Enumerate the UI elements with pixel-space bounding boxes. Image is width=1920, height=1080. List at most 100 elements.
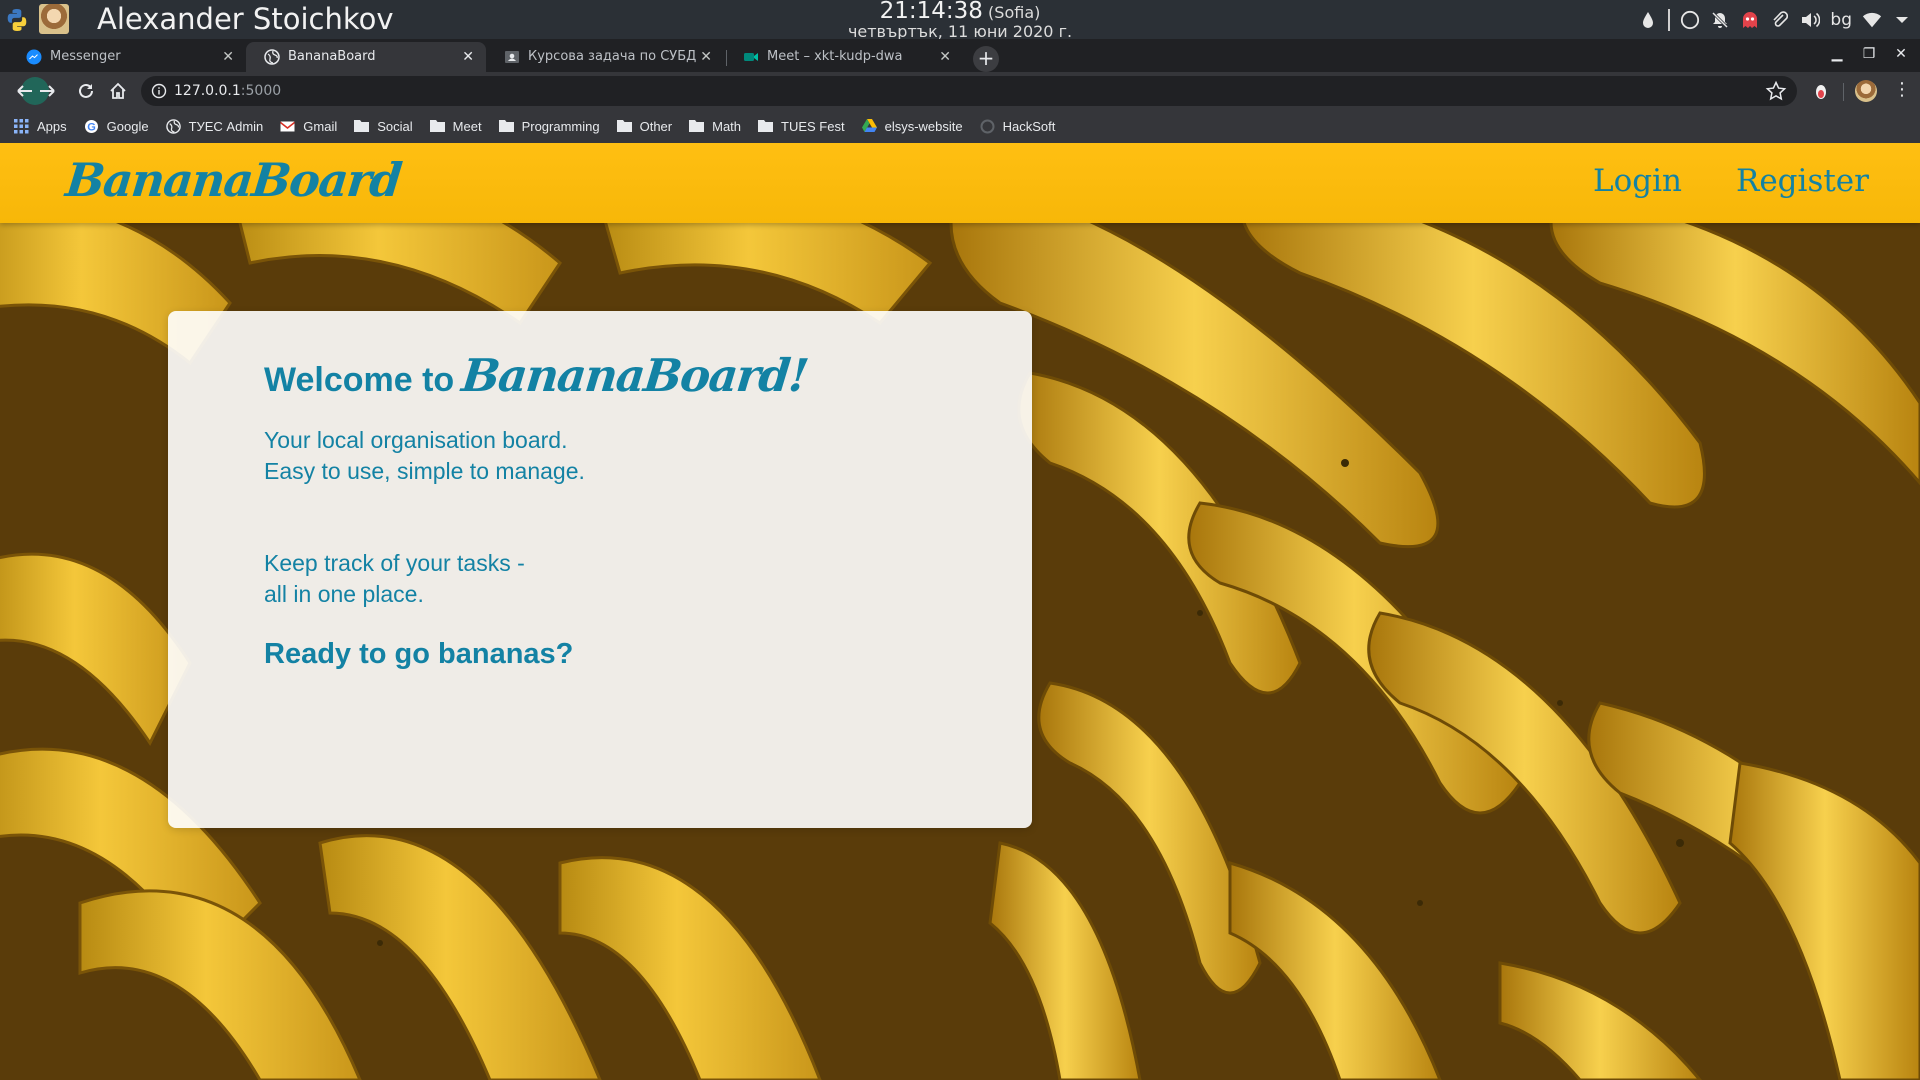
tab-title: Курсова задача по СУБД bbox=[528, 49, 697, 64]
bookmark-label: Math bbox=[712, 119, 742, 134]
profile-avatar[interactable] bbox=[1855, 80, 1877, 102]
bookmark-gmail[interactable]: Gmail bbox=[280, 119, 337, 134]
bookmark-elsys-website[interactable]: elsys-website bbox=[861, 119, 963, 134]
pacman-ghost-icon[interactable] bbox=[1740, 10, 1760, 30]
tab-classroom[interactable]: Курсова задача по СУБД ✕ bbox=[486, 42, 724, 72]
bookmark-apps[interactable]: Apps bbox=[14, 119, 67, 134]
close-window-icon[interactable]: ✕ bbox=[1892, 45, 1910, 63]
droplet-icon[interactable] bbox=[1638, 10, 1658, 30]
bookmark-label: elsys-website bbox=[884, 119, 963, 134]
bookmark-star-icon[interactable] bbox=[1765, 80, 1787, 102]
google-icon: G bbox=[84, 119, 99, 134]
bookmarks-bar: Apps G Google ТУЕС Admin Gmail Social Me… bbox=[0, 110, 1920, 143]
os-top-panel: Alexander Stoichkov 21:14:38 (Sofia) чет… bbox=[0, 0, 1920, 40]
bookmark-folder-social[interactable]: Social bbox=[354, 119, 413, 134]
clock[interactable]: 21:14:38 (Sofia) четвъртък, 11 юни 2020 … bbox=[848, 0, 1072, 40]
tab-title: BananaBoard bbox=[288, 49, 376, 64]
close-icon[interactable]: ✕ bbox=[222, 42, 234, 72]
bookmark-tues-admin[interactable]: ТУЕС Admin bbox=[165, 119, 264, 134]
bell-off-icon[interactable] bbox=[1710, 10, 1730, 30]
globe-icon bbox=[264, 49, 280, 65]
bookmark-label: Other bbox=[639, 119, 673, 134]
folder-icon bbox=[354, 119, 370, 134]
reload-icon[interactable] bbox=[74, 79, 98, 103]
window-title: Alexander Stoichkov bbox=[97, 2, 394, 36]
home-icon[interactable] bbox=[106, 79, 130, 103]
tagline-line-4: all in one place. bbox=[264, 581, 424, 607]
url-port: :5000 bbox=[240, 83, 282, 99]
gmail-icon bbox=[280, 119, 295, 134]
folder-icon bbox=[758, 119, 774, 134]
keyboard-layout[interactable]: bg bbox=[1830, 10, 1852, 30]
welcome-heading-prefix: Welcome to bbox=[264, 361, 455, 399]
welcome-card: Welcome to BananaBoard! Your local organi… bbox=[168, 311, 1032, 828]
drive-icon bbox=[861, 119, 877, 134]
close-icon[interactable]: ✕ bbox=[939, 42, 951, 72]
restore-icon[interactable]: ❐ bbox=[1860, 45, 1878, 63]
svg-text:G: G bbox=[87, 122, 96, 134]
bookmark-hacksoft[interactable]: HackSoft bbox=[980, 119, 1055, 134]
bookmark-google[interactable]: G Google bbox=[84, 119, 149, 134]
wifi-icon[interactable] bbox=[1862, 10, 1882, 30]
tagline-line-1: Your local organisation board. bbox=[264, 427, 568, 453]
bookmark-label: Gmail bbox=[303, 119, 338, 134]
clock-date: четвъртък, 11 юни 2020 г. bbox=[847, 22, 1073, 41]
tab-meet[interactable]: Meet – xkt-kudp-dwa ✕ bbox=[725, 42, 963, 72]
web-page: BananaBoard Login Register Welcome to Ban… bbox=[0, 143, 1920, 1080]
toolbar-separator bbox=[1843, 83, 1844, 101]
bookmark-folder-other[interactable]: Other bbox=[616, 119, 673, 134]
login-link[interactable]: Login bbox=[1593, 163, 1682, 199]
messenger-icon bbox=[26, 49, 42, 65]
bookmark-folder-meet[interactable]: Meet bbox=[429, 119, 482, 134]
folder-icon bbox=[429, 119, 445, 134]
welcome-heading-brand: BananaBoard! bbox=[459, 349, 811, 402]
menu-kebab-icon[interactable]: ⋮ bbox=[1893, 80, 1911, 102]
register-link[interactable]: Register bbox=[1736, 163, 1869, 199]
bookmark-label: TUES Fest bbox=[781, 119, 845, 134]
brand-logo[interactable]: BananaBoard bbox=[63, 153, 403, 207]
bookmark-folder-programming[interactable]: Programming bbox=[498, 119, 600, 134]
window-controls: ▁ ❐ ✕ bbox=[1828, 45, 1910, 63]
tagline-line-3: Keep track of your tasks - bbox=[264, 550, 525, 576]
info-icon[interactable] bbox=[151, 83, 167, 99]
bookmark-label: ТУЕС Admin bbox=[188, 119, 264, 134]
paperclip-icon[interactable] bbox=[1770, 10, 1790, 30]
welcome-heading: Welcome to BananaBoard! bbox=[264, 349, 811, 402]
url-host: 127.0.0.1 bbox=[174, 83, 241, 99]
call-to-action: Ready to go bananas? bbox=[264, 638, 574, 670]
tab-bananaboard[interactable]: BananaBoard ✕ bbox=[246, 42, 486, 72]
clock-timezone: (Sofia) bbox=[988, 3, 1041, 22]
volume-icon[interactable] bbox=[1800, 10, 1821, 30]
browser-tab-strip: Messenger ✕ BananaBoard ✕ Курсова задача… bbox=[0, 39, 1920, 72]
bookmark-folder-math[interactable]: Math bbox=[689, 119, 741, 134]
address-bar[interactable]: 127.0.0.1:5000 bbox=[141, 76, 1797, 106]
browser-toolbar: 127.0.0.1:5000 ⋮ bbox=[0, 72, 1920, 110]
close-icon[interactable]: ✕ bbox=[462, 42, 474, 72]
bookmark-label: Programming bbox=[521, 119, 600, 134]
extension-icon[interactable] bbox=[1810, 80, 1832, 102]
site-navbar: BananaBoard Login Register bbox=[0, 143, 1920, 223]
user-avatar[interactable] bbox=[39, 4, 69, 34]
hacksoft-icon bbox=[980, 119, 995, 134]
close-icon[interactable]: ✕ bbox=[700, 42, 712, 72]
system-tray: bg bbox=[1638, 8, 1912, 32]
tray-separator bbox=[1668, 9, 1671, 31]
python-logo-icon[interactable] bbox=[5, 8, 29, 32]
apps-grid-icon bbox=[14, 119, 29, 134]
tagline-line-2: Easy to use, simple to manage. bbox=[264, 458, 585, 484]
new-tab-button[interactable]: + bbox=[973, 46, 999, 72]
bookmark-label: Meet bbox=[452, 119, 482, 134]
circle-icon[interactable] bbox=[1680, 10, 1700, 30]
globe-icon bbox=[165, 119, 181, 134]
bookmark-folder-tues-fest[interactable]: TUES Fest bbox=[758, 119, 845, 134]
folder-icon bbox=[616, 119, 632, 134]
meet-icon bbox=[744, 53, 758, 61]
clock-time: 21:14:38 bbox=[879, 0, 983, 24]
chevron-down-icon[interactable] bbox=[1892, 10, 1912, 30]
nav-arrows bbox=[10, 76, 60, 106]
tab-title: Meet – xkt-kudp-dwa bbox=[767, 49, 903, 64]
tab-messenger[interactable]: Messenger ✕ bbox=[8, 42, 246, 72]
minimize-icon[interactable]: ▁ bbox=[1828, 45, 1846, 63]
bookmark-label: Apps bbox=[37, 119, 67, 134]
folder-icon bbox=[689, 119, 705, 134]
